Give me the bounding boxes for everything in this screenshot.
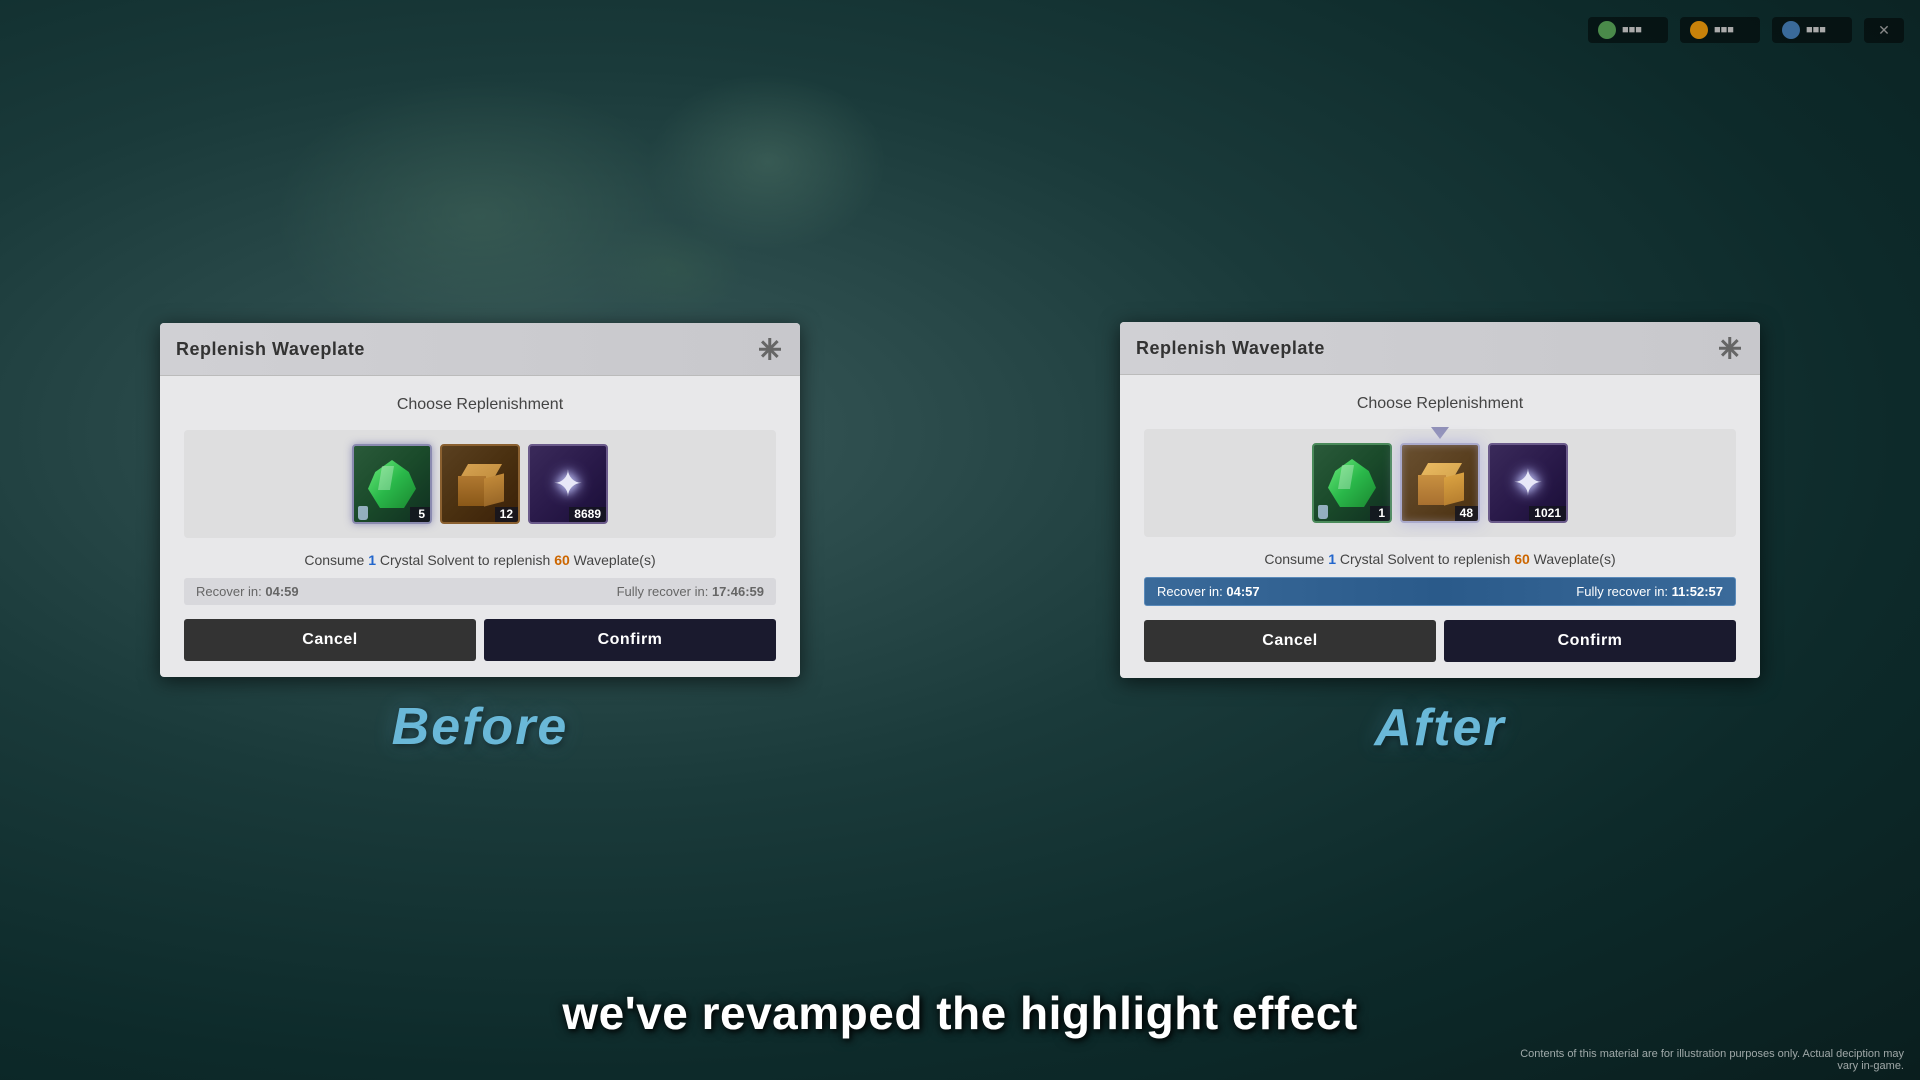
hud-dot-orange [1690, 21, 1708, 39]
before-choose-label: Choose Replenishment [184, 396, 776, 414]
disclaimer-text: Contents of this material are for illust… [1504, 1048, 1904, 1072]
after-dialog-header: Replenish Waveplate [1120, 322, 1760, 375]
before-consume-amount: 1 [368, 552, 376, 568]
before-recover-bar: Recover in: 04:59 Fully recover in: 17:4… [184, 578, 776, 605]
hud-label-1: ■■■ [1622, 24, 1642, 36]
after-consume-suffix: Waveplate(s) [1530, 551, 1616, 567]
after-gem-green-icon [1328, 459, 1376, 507]
before-item-cube[interactable]: 12 [440, 444, 520, 524]
after-cube-qty: 48 [1455, 506, 1478, 521]
top-hud: ■■■ ■■■ ■■■ ✕ [0, 0, 1920, 60]
star-crystal-icon [544, 460, 592, 508]
after-recover-label: Recover in: 04:57 [1157, 584, 1260, 599]
after-consume-text: Consume 1 Crystal Solvent to replenish 6… [1144, 551, 1736, 567]
after-star-qty: 1021 [1529, 506, 1566, 521]
after-label: After [1374, 698, 1505, 758]
after-confirm-button[interactable]: Confirm [1444, 620, 1736, 662]
after-water-icon [1318, 505, 1328, 519]
after-buttons-row: Cancel Confirm [1144, 620, 1736, 662]
before-item-crystal-img: 5 [352, 444, 432, 524]
before-fully-recover-label: Fully recover in: 17:46:59 [617, 584, 764, 599]
hud-label-3: ■■■ [1806, 24, 1826, 36]
before-dialog-header: Replenish Waveplate [160, 323, 800, 376]
before-close-button[interactable] [756, 335, 784, 363]
gem-green-icon [368, 460, 416, 508]
before-consume-item: Crystal Solvent to replenish [376, 552, 554, 568]
hud-item-2: ■■■ [1680, 17, 1760, 43]
after-panel-wrapper: Replenish Waveplate Choose Replenishment [960, 302, 1920, 778]
before-items-row: 5 12 [184, 430, 776, 538]
before-cube-qty: 12 [495, 507, 518, 522]
hud-item-3: ■■■ [1772, 17, 1852, 43]
after-consume-prefix: Consume [1264, 551, 1328, 567]
after-crystal-qty: 1 [1370, 506, 1390, 521]
after-item-crystal-img: 1 [1312, 443, 1392, 523]
hud-dot-green [1598, 21, 1616, 39]
after-fully-recover-label: Fully recover in: 11:52:57 [1576, 584, 1723, 599]
before-panel-wrapper: Replenish Waveplate Choose Replenishment [0, 303, 960, 777]
before-close-icon [759, 338, 781, 360]
water-icon [358, 506, 368, 520]
before-label: Before [392, 697, 569, 757]
cube-left-face [458, 476, 486, 506]
subtitle-text: we've revamped the highlight effect [562, 987, 1357, 1039]
before-dialog-title: Replenish Waveplate [176, 339, 365, 360]
after-consume-item: Crystal Solvent to replenish [1336, 551, 1514, 567]
after-item-cube[interactable]: 48 [1400, 443, 1480, 523]
after-item-crystal[interactable]: 1 [1312, 443, 1392, 523]
after-cube-brown-icon [1416, 459, 1464, 507]
cube-right-face [484, 473, 504, 506]
before-confirm-button[interactable]: Confirm [484, 619, 776, 661]
before-consume-text: Consume 1 Crystal Solvent to replenish 6… [184, 552, 776, 568]
before-dialog: Replenish Waveplate Choose Replenishment [160, 323, 800, 677]
hud-dot-blue [1782, 21, 1800, 39]
before-buttons-row: Cancel Confirm [184, 619, 776, 661]
after-choose-label: Choose Replenishment [1144, 395, 1736, 413]
hud-item-4: ✕ [1864, 18, 1904, 43]
subtitle-area: we've revamped the highlight effect [562, 986, 1357, 1040]
after-items-row: 1 48 [1144, 429, 1736, 537]
after-cube-left-face [1418, 475, 1446, 505]
after-item-star[interactable]: 1021 [1488, 443, 1568, 523]
after-dialog-body: Choose Replenishment 1 [1120, 375, 1760, 678]
after-dialog-title: Replenish Waveplate [1136, 338, 1325, 359]
before-recover-label: Recover in: 04:59 [196, 584, 299, 599]
after-star-crystal-icon [1504, 459, 1552, 507]
before-star-qty: 8689 [569, 507, 606, 522]
before-consume-suffix: Waveplate(s) [570, 552, 656, 568]
before-cancel-button[interactable]: Cancel [184, 619, 476, 661]
after-consume-waveplate: 60 [1514, 551, 1530, 567]
before-item-star[interactable]: 8689 [528, 444, 608, 524]
before-item-cube-img: 12 [440, 444, 520, 524]
cube-brown-icon [456, 460, 504, 508]
before-item-crystal[interactable]: 5 [352, 444, 432, 524]
selection-arrow-icon [1431, 427, 1449, 439]
before-item-star-img: 8689 [528, 444, 608, 524]
before-dialog-body: Choose Replenishment 5 [160, 376, 800, 677]
hud-close-icon: ✕ [1878, 22, 1890, 39]
after-cancel-button[interactable]: Cancel [1144, 620, 1436, 662]
hud-label-2: ■■■ [1714, 24, 1734, 36]
after-item-star-img: 1021 [1488, 443, 1568, 523]
after-recover-bar: Recover in: 04:57 Fully recover in: 11:5… [1144, 577, 1736, 606]
after-cube-right-face [1444, 472, 1464, 505]
hud-item-1: ■■■ [1588, 17, 1668, 43]
after-consume-amount: 1 [1328, 551, 1336, 567]
after-dialog: Replenish Waveplate Choose Replenishment [1120, 322, 1760, 678]
before-consume-waveplate: 60 [554, 552, 570, 568]
after-item-cube-img: 48 [1400, 443, 1480, 523]
after-close-button[interactable] [1716, 334, 1744, 362]
content-area: Replenish Waveplate Choose Replenishment [0, 0, 1920, 1080]
before-crystal-qty: 5 [410, 507, 430, 522]
before-consume-prefix: Consume [304, 552, 368, 568]
after-close-icon [1719, 337, 1741, 359]
